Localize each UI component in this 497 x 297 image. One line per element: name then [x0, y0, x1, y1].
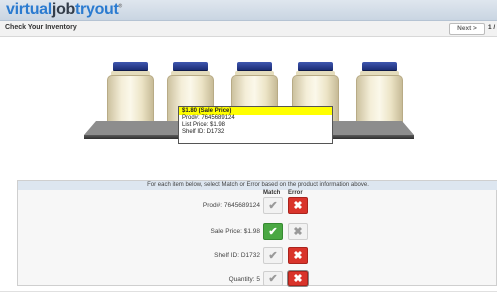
x-icon: ✖	[293, 273, 303, 285]
row-label-quantity: Quantity: 5	[228, 276, 260, 283]
x-icon: ✖	[293, 226, 303, 238]
sale-price-line: $1.80 (Sale Price)	[179, 107, 332, 115]
logo-text-tryout: tryout	[75, 1, 119, 18]
logo-registered-mark: ®	[118, 3, 123, 10]
page-indicator: 1 /	[488, 24, 496, 31]
check-icon: ✔	[268, 273, 278, 285]
page-title: Check Your Inventory	[5, 24, 77, 31]
check-icon: ✔	[268, 200, 278, 212]
logo-text-virtual: virtual	[6, 1, 52, 18]
footer-divider	[0, 291, 497, 292]
row-label-prod: Prod#: 7645689124	[202, 202, 260, 209]
row-label-sale-price: Sale Price: $1.98	[210, 228, 260, 235]
error-button-shelf-id[interactable]: ✖	[288, 247, 308, 264]
prod-number-line: Prod#: 7645689124	[182, 115, 235, 121]
match-button-prod[interactable]: ✔	[263, 197, 283, 214]
verification-panel: For each item below, select Match or Err…	[17, 180, 497, 286]
match-button-sale-price[interactable]: ✔	[263, 223, 283, 240]
instruction-text: For each item below, select Match or Err…	[18, 181, 497, 190]
error-column-header: Error	[288, 190, 303, 196]
check-icon: ✔	[268, 250, 278, 262]
check-icon: ✔	[268, 226, 278, 238]
error-button-quantity[interactable]: ✖	[288, 271, 308, 286]
price-tag: $1.80 (Sale Price) Prod#: 7645689124 Lis…	[178, 106, 333, 144]
error-button-sale-price[interactable]: ✖	[288, 223, 308, 240]
error-button-prod[interactable]: ✖	[288, 197, 308, 214]
virtualjobtryout-logo: virtualjobtryout®	[6, 1, 122, 19]
next-button[interactable]: Next >	[449, 23, 485, 35]
match-button-quantity[interactable]: ✔	[263, 271, 283, 286]
row-label-shelf-id: Shelf ID: D1732	[214, 252, 260, 259]
logo-text-job: job	[51, 1, 76, 18]
title-bar: Check Your Inventory Next > 1 /	[0, 21, 497, 37]
match-column-header: Match	[263, 190, 281, 196]
app-header: virtualjobtryout®	[0, 0, 497, 21]
list-price-line: List Price: $1.98	[182, 122, 226, 128]
x-icon: ✖	[293, 250, 303, 262]
shelf-id-line: Shelf ID: D1732	[182, 129, 225, 135]
x-icon: ✖	[293, 200, 303, 212]
match-button-shelf-id[interactable]: ✔	[263, 247, 283, 264]
